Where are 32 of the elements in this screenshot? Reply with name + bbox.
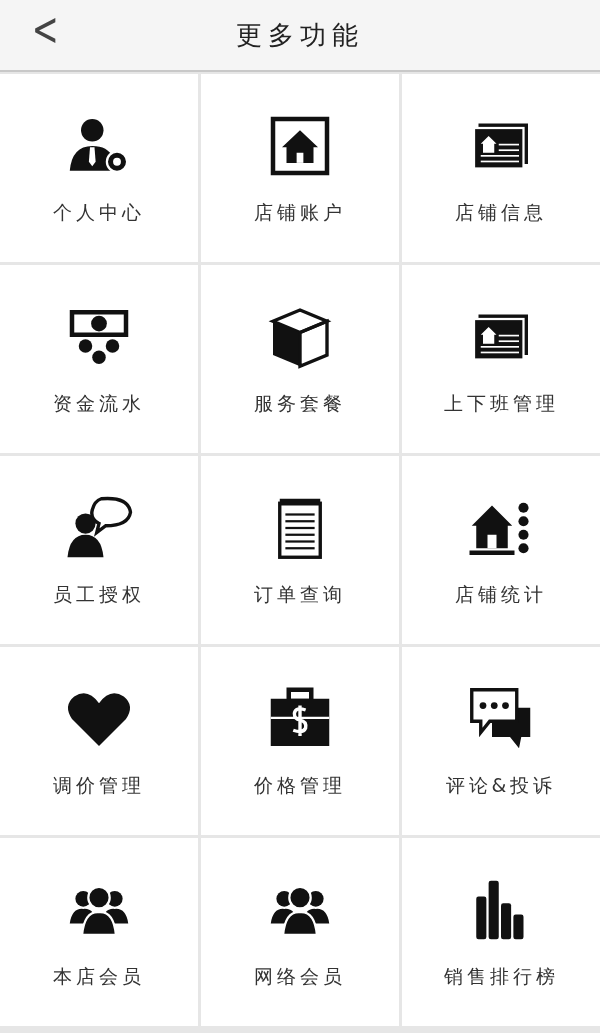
menu-tile[interactable]: 服务套餐 xyxy=(201,265,399,453)
menu-tile[interactable]: 资金流水 xyxy=(0,265,198,453)
menu-tile[interactable]: 订单查询 xyxy=(201,456,399,644)
tile-label: 资金流水 xyxy=(53,391,145,416)
back-button[interactable]: < xyxy=(27,6,63,52)
menu-tile[interactable]: 员工授权 xyxy=(0,456,198,644)
menu-tile[interactable]: 店铺统计 xyxy=(402,456,600,644)
menu-tile[interactable]: 上下班管理 xyxy=(402,265,600,453)
menu-tile[interactable]: 调价管理 xyxy=(0,647,198,835)
menu-tile[interactable]: 价格管理 xyxy=(201,647,399,835)
tile-label: 员工授权 xyxy=(53,582,145,607)
menu-tile[interactable]: 销售排行榜 xyxy=(402,838,600,1026)
tile-label: 调价管理 xyxy=(53,773,145,798)
tile-label: 上下班管理 xyxy=(443,391,559,416)
tile-label: 店铺信息 xyxy=(455,200,547,225)
tile-label: 销售排行榜 xyxy=(443,964,559,989)
tile-label: 价格管理 xyxy=(254,773,346,798)
tile-label: 网络会员 xyxy=(254,964,346,989)
tile-label: 本店会员 xyxy=(53,964,145,989)
page-title: 更多功能 xyxy=(236,18,364,52)
menu-tile[interactable]: 店铺账户 xyxy=(201,74,399,262)
tile-label: 评论&投诉 xyxy=(445,773,557,798)
menu-tile[interactable]: 网络会员 xyxy=(201,838,399,1026)
tile-label: 店铺账户 xyxy=(254,200,346,225)
menu-tile[interactable]: 评论&投诉 xyxy=(402,647,600,835)
tile-label: 服务套餐 xyxy=(254,391,346,416)
tile-label: 订单查询 xyxy=(254,582,346,607)
tile-label: 店铺统计 xyxy=(455,582,547,607)
menu-tile[interactable]: 个人中心 xyxy=(0,74,198,262)
menu-tile[interactable]: 本店会员 xyxy=(0,838,198,1026)
menu-tile[interactable]: 店铺信息 xyxy=(402,74,600,262)
tile-label: 个人中心 xyxy=(53,200,145,225)
